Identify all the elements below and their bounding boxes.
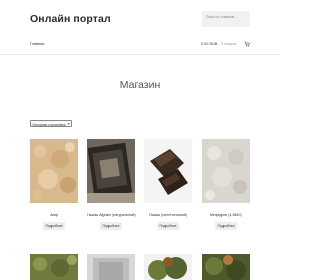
header-divider <box>0 54 280 55</box>
sort-selected-label: Исходная сортировка <box>32 122 66 127</box>
product-name[interactable]: Гашиш Afghani (натуральный) <box>87 213 136 217</box>
nav-home-link[interactable]: Главная <box>30 42 44 46</box>
page-title: Магазин <box>119 79 161 91</box>
product-name[interactable]: Амф <box>30 213 78 217</box>
cart-total[interactable]: 0.00 RUB <box>201 42 217 46</box>
details-button[interactable]: Подробнее <box>43 222 65 230</box>
details-button[interactable]: Подробнее <box>100 222 122 230</box>
product-image[interactable] <box>30 139 78 203</box>
product-image[interactable] <box>87 254 135 280</box>
product-card[interactable]: Гашиш (синтетический) Подробнее <box>144 139 192 230</box>
product-image[interactable] <box>144 139 192 203</box>
site-title[interactable]: Онлайн портал <box>30 13 111 25</box>
search-input[interactable]: Поиск по товарам… <box>202 11 250 27</box>
details-button[interactable]: Подробнее <box>157 222 179 230</box>
product-image[interactable] <box>202 139 250 203</box>
product-card[interactable]: Амф Подробнее <box>30 139 78 230</box>
product-name[interactable]: Гашиш (синтетический) <box>144 213 192 217</box>
product-image[interactable] <box>30 254 78 280</box>
sort-select[interactable]: Исходная сортировка ▾ <box>30 120 72 127</box>
details-button[interactable]: Подробнее <box>215 222 237 230</box>
product-image[interactable] <box>87 139 135 203</box>
product-name[interactable]: Мефедрон (4-MMC) <box>202 213 250 217</box>
product-card[interactable]: Гашиш Afghani (натуральный) Подробнее <box>87 139 136 230</box>
cart-count[interactable]: 0 товаров <box>221 42 236 46</box>
cart-icon[interactable] <box>244 41 250 47</box>
chevron-down-icon: ▾ <box>67 122 70 126</box>
product-image[interactable] <box>202 254 250 280</box>
product-image[interactable] <box>144 254 192 280</box>
product-card[interactable]: Мефедрон (4-MMC) Подробнее <box>202 139 250 230</box>
